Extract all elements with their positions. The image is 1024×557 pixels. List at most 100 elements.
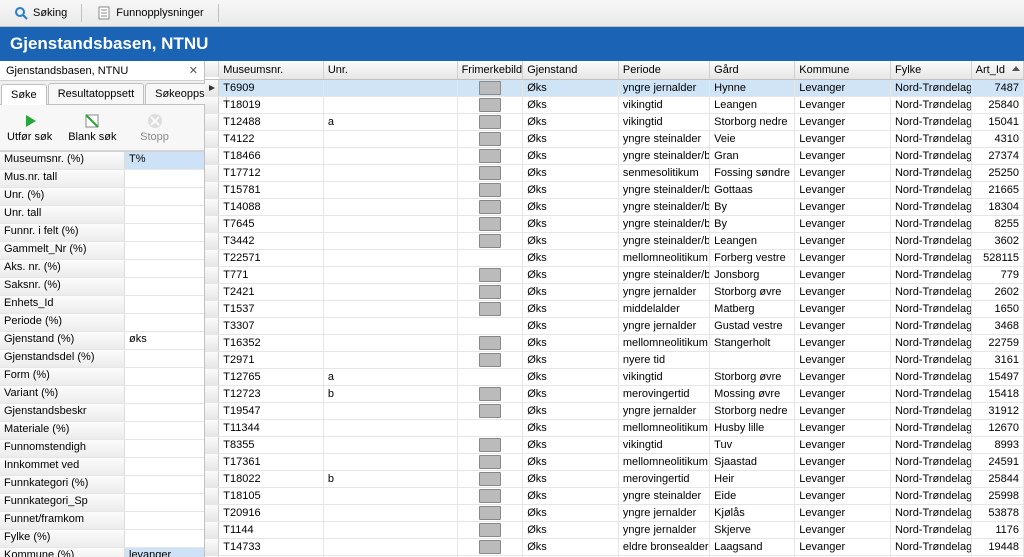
row-selector[interactable] [205, 233, 219, 249]
filter-value[interactable] [125, 296, 204, 313]
filter-row[interactable]: Museumsnr. (%)T% [0, 152, 204, 170]
filter-row[interactable]: Form (%) [0, 368, 204, 386]
filter-row[interactable]: Unr. tall [0, 206, 204, 224]
blank-sok-button[interactable]: Blank søk [63, 109, 121, 146]
filter-row[interactable]: Gjenstandsbeskr [0, 404, 204, 422]
col-periode[interactable]: Periode [619, 61, 710, 79]
row-selector[interactable] [205, 403, 219, 419]
filter-value[interactable] [125, 170, 204, 187]
table-row[interactable]: T14733Økseldre bronsealderLaagsandLevang… [205, 539, 1024, 556]
row-selector[interactable] [205, 522, 219, 538]
row-selector[interactable] [205, 80, 219, 96]
col-artid[interactable]: Art_Id [972, 61, 1024, 79]
row-selector[interactable] [205, 488, 219, 504]
row-selector[interactable] [205, 335, 219, 351]
col-unr[interactable]: Unr. [324, 61, 458, 79]
row-selector[interactable] [205, 318, 219, 334]
table-row[interactable]: T18105Øksyngre steinalderEideLevangerNor… [205, 488, 1024, 505]
table-row[interactable]: T7645Øksyngre steinalder/broByLevangerNo… [205, 216, 1024, 233]
filter-grid[interactable]: Museumsnr. (%)T%Mus.nr. tallUnr. (%)Unr.… [0, 151, 204, 557]
table-row[interactable]: T19547Øksyngre jernalderStorborg nedreLe… [205, 403, 1024, 420]
col-gard[interactable]: Gård [710, 61, 795, 79]
filter-value[interactable] [125, 476, 204, 493]
col-fylke[interactable]: Fylke [891, 61, 972, 79]
filter-row[interactable]: Funnkategori (%) [0, 476, 204, 494]
row-selector[interactable] [205, 131, 219, 147]
table-row[interactable]: T18466Øksyngre steinalder/broGranLevange… [205, 148, 1024, 165]
row-selector[interactable] [205, 182, 219, 198]
col-gjenstand[interactable]: Gjenstand [523, 61, 619, 79]
filter-value[interactable] [125, 368, 204, 385]
grid-body[interactable]: T6909Øksyngre jernalderHynneLevangerNord… [205, 80, 1024, 557]
filter-row[interactable]: Enhets_Id [0, 296, 204, 314]
filter-value[interactable] [125, 512, 204, 529]
row-selector[interactable] [205, 267, 219, 283]
table-row[interactable]: T8355ØksvikingtidTuvLevangerNord-Trøndel… [205, 437, 1024, 454]
table-row[interactable]: T2421Øksyngre jernalderStorborg øvreLeva… [205, 284, 1024, 301]
table-row[interactable]: T11344ØksmellomneolitikumHusby lilleLeva… [205, 420, 1024, 437]
filter-row[interactable]: Funnr. i felt (%) [0, 224, 204, 242]
row-selector[interactable] [205, 199, 219, 215]
filter-value[interactable] [125, 386, 204, 403]
row-selector[interactable] [205, 165, 219, 181]
filter-row[interactable]: Gammelt_Nr (%) [0, 242, 204, 260]
filter-row[interactable]: Materiale (%) [0, 422, 204, 440]
table-row[interactable]: T22571ØksmellomneolitikumForberg vestreL… [205, 250, 1024, 267]
table-row[interactable]: T17712ØkssenmesolitikumFossing søndreLev… [205, 165, 1024, 182]
filter-row[interactable]: Kommune (%)levanger [0, 548, 204, 557]
filter-value[interactable]: øks [125, 332, 204, 349]
filter-value[interactable] [125, 260, 204, 277]
filter-row[interactable]: Innkommet ved [0, 458, 204, 476]
row-selector[interactable] [205, 369, 219, 385]
filter-row[interactable]: Periode (%) [0, 314, 204, 332]
filter-value[interactable] [125, 314, 204, 331]
filter-value[interactable] [125, 422, 204, 439]
filter-row[interactable]: Mus.nr. tall [0, 170, 204, 188]
filter-value[interactable]: T% [125, 152, 204, 169]
row-selector[interactable] [205, 539, 219, 555]
filter-value[interactable]: levanger [125, 548, 204, 557]
filter-value[interactable] [125, 440, 204, 457]
close-panel-button[interactable]: ✕ [189, 64, 198, 77]
row-selector[interactable] [205, 250, 219, 266]
table-row[interactable]: T18019ØksvikingtidLeangenLevangerNord-Tr… [205, 97, 1024, 114]
toolbar-soking-button[interactable]: Søking [4, 1, 76, 25]
row-selector[interactable] [205, 148, 219, 164]
table-row[interactable]: T2971Øksnyere tidLevangerNord-Trøndelag3… [205, 352, 1024, 369]
row-selector[interactable] [205, 114, 219, 130]
row-selector[interactable] [205, 97, 219, 113]
filter-row[interactable]: Saksnr. (%) [0, 278, 204, 296]
row-selector[interactable] [205, 352, 219, 368]
toolbar-funn-button[interactable]: Funnopplysninger [87, 1, 212, 25]
table-row[interactable]: T3307Øksyngre jernalderGustad vestreLeva… [205, 318, 1024, 335]
table-row[interactable]: T1537ØksmiddelalderMatbergLevangerNord-T… [205, 301, 1024, 318]
filter-value[interactable] [125, 404, 204, 421]
filter-value[interactable] [125, 350, 204, 367]
col-kommune[interactable]: Kommune [795, 61, 891, 79]
table-row[interactable]: T16352ØksmellomneolitikumStangerholtLeva… [205, 335, 1024, 352]
row-selector[interactable] [205, 420, 219, 436]
filter-row[interactable]: Fylke (%) [0, 530, 204, 548]
table-row[interactable]: T18022bØksmerovingertidHeirLevangerNord-… [205, 471, 1024, 488]
row-selector[interactable] [205, 505, 219, 521]
table-row[interactable]: T14088Øksyngre steinalder/broByLevangerN… [205, 199, 1024, 216]
filter-row[interactable]: Gjenstand (%)øks [0, 332, 204, 350]
table-row[interactable]: T17361ØksmellomneolitikumSjaastadLevange… [205, 454, 1024, 471]
filter-value[interactable] [125, 278, 204, 295]
filter-row[interactable]: Variant (%) [0, 386, 204, 404]
filter-row[interactable]: Gjenstandsdel (%) [0, 350, 204, 368]
table-row[interactable]: T4122Øksyngre steinalderVeieLevangerNord… [205, 131, 1024, 148]
table-row[interactable]: T20916Øksyngre jernalderKjølåsLevangerNo… [205, 505, 1024, 522]
tab-soke[interactable]: Søke [1, 84, 47, 105]
filter-row[interactable]: Funnomstendigh [0, 440, 204, 458]
filter-row[interactable]: Aks. nr. (%) [0, 260, 204, 278]
row-selector[interactable] [205, 454, 219, 470]
filter-value[interactable] [125, 224, 204, 241]
table-row[interactable]: T12765aØksvikingtidStorborg øvreLevanger… [205, 369, 1024, 386]
row-selector[interactable] [205, 216, 219, 232]
table-row[interactable]: T12488aØksvikingtidStorborg nedreLevange… [205, 114, 1024, 131]
filter-value[interactable] [125, 188, 204, 205]
col-frimerkebilde[interactable]: Frimerkebilde [458, 61, 524, 79]
table-row[interactable]: T6909Øksyngre jernalderHynneLevangerNord… [205, 80, 1024, 97]
filter-value[interactable] [125, 494, 204, 511]
